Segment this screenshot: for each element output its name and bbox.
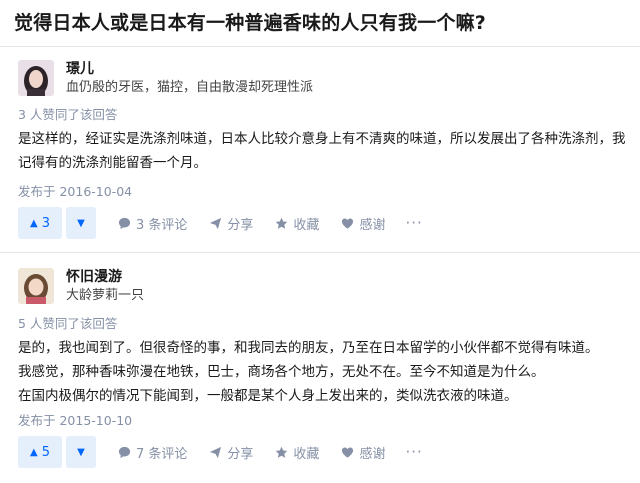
avatar[interactable]	[18, 60, 54, 96]
divider	[0, 252, 640, 253]
collect-button[interactable]: 收藏	[275, 443, 319, 462]
star-icon	[276, 217, 288, 229]
thanks-button[interactable]: 感谢	[341, 443, 385, 462]
upvote-button[interactable]: ▲ 5	[18, 436, 62, 468]
author-name[interactable]: 怀旧漫游	[66, 268, 144, 286]
heart-icon	[342, 217, 354, 229]
comment-bubble-icon	[118, 446, 131, 458]
author-name[interactable]: 璟儿	[66, 60, 313, 78]
answer-content: 是的，我也闻到了。但很奇怪的事，和我同去的朋友，乃至在日本留学的小伙伴都不觉得有…	[18, 336, 626, 408]
thanks-label: 感谢	[359, 446, 386, 462]
share-label: 分享	[227, 217, 254, 233]
share-button[interactable]: 分享	[209, 443, 253, 462]
comment-bubble-icon	[118, 217, 131, 229]
answer-paragraph: 是这样的，经证实是洗涤剂味道，日本人比较介意身上有不清爽的味道，所以发展出了各种…	[18, 131, 626, 171]
thanks-label: 感谢	[359, 217, 386, 233]
collect-label: 收藏	[293, 446, 320, 462]
triangle-up-icon: ▲	[30, 217, 38, 229]
triangle-up-icon: ▲	[30, 446, 38, 458]
answer-content: 是这样的，经证实是洗涤剂味道，日本人比较介意身上有不清爽的味道，所以发展出了各种…	[18, 127, 626, 175]
publish-date[interactable]: 发布于 2015-10-10	[18, 410, 132, 429]
author-info: 怀旧漫游 大龄萝莉一只	[66, 268, 144, 305]
action-bar: ▲ 3 ▼ 3 条评论 分享 收藏 感谢 ···	[18, 207, 423, 239]
action-bar: ▲ 5 ▼ 7 条评论 分享 收藏 感谢 ···	[18, 436, 423, 468]
paper-plane-icon	[210, 446, 222, 458]
more-button[interactable]: ···	[405, 214, 422, 232]
author-info: 璟儿 血仍殷的牙医，猫控，自由散漫却死理性派	[66, 60, 313, 97]
author-block: 璟儿 血仍殷的牙医，猫控，自由散漫却死理性派	[18, 60, 313, 97]
thanks-button[interactable]: 感谢	[341, 214, 385, 233]
answer-paragraph: 在国内极偶尔的情况下能闻到，一般都是某个人身上发出来的，类似洗衣液的味道。	[18, 388, 518, 404]
comment-button[interactable]: 7 条评论	[118, 443, 187, 462]
heart-icon	[342, 446, 354, 458]
triangle-down-icon: ▼	[77, 217, 85, 229]
share-button[interactable]: 分享	[209, 214, 253, 233]
comment-button[interactable]: 3 条评论	[118, 214, 187, 233]
vote-count: 3	[41, 215, 50, 231]
collect-label: 收藏	[293, 217, 320, 233]
author-bio: 血仍殷的牙医，猫控，自由散漫却死理性派	[66, 80, 314, 95]
comment-label: 7 条评论	[136, 446, 188, 462]
comment-label: 3 条评论	[136, 217, 188, 233]
answer-paragraph: 是的，我也闻到了。但很奇怪的事，和我同去的朋友，乃至在日本留学的小伙伴都不觉得有…	[18, 340, 599, 356]
author-bio: 大龄萝莉一只	[66, 288, 145, 303]
upvote-note[interactable]: 5 人赞同了该回答	[18, 316, 117, 332]
upvote-note[interactable]: 3 人赞同了该回答	[18, 107, 117, 123]
collect-button[interactable]: 收藏	[275, 214, 319, 233]
vote-count: 5	[41, 444, 50, 460]
downvote-button[interactable]: ▼	[66, 436, 96, 468]
answer-paragraph: 我感觉，那种香味弥漫在地铁，巴士，商场各个地方，无处不在。至今不知道是为什么。	[18, 364, 545, 380]
star-icon	[276, 446, 288, 458]
avatar[interactable]	[18, 268, 54, 304]
more-button[interactable]: ···	[405, 443, 422, 461]
divider	[0, 46, 640, 47]
downvote-button[interactable]: ▼	[66, 207, 96, 239]
paper-plane-icon	[210, 217, 222, 229]
triangle-down-icon: ▼	[77, 446, 85, 458]
upvote-button[interactable]: ▲ 3	[18, 207, 62, 239]
publish-date[interactable]: 发布于 2016-10-04	[18, 181, 132, 200]
question-title[interactable]: 觉得日本人或是日本有一种普遍香味的人只有我一个嘛?	[14, 8, 486, 35]
author-block: 怀旧漫游 大龄萝莉一只	[18, 268, 144, 305]
share-label: 分享	[227, 446, 254, 462]
